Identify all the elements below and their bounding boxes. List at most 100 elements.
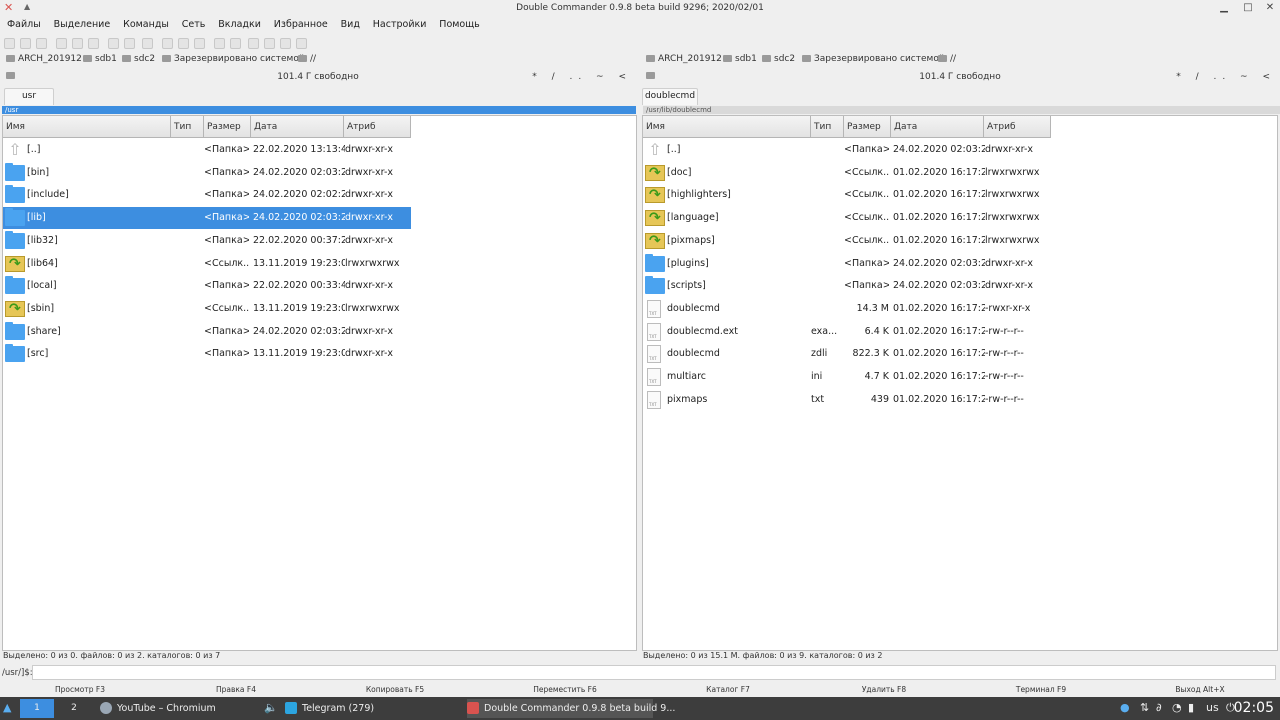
left-path-bar[interactable]: /usr bbox=[2, 106, 636, 114]
menu-view[interactable]: Вид bbox=[334, 17, 360, 30]
pack-icon[interactable] bbox=[108, 38, 119, 49]
column-header-attr[interactable]: Атриб bbox=[344, 116, 411, 138]
volume-icon[interactable]: 🔈 bbox=[264, 701, 278, 714]
grid-icon[interactable] bbox=[280, 38, 291, 49]
file-row[interactable]: [scripts] <Папка> 24.02.2020 02:03:21 drwxr… bbox=[643, 275, 1051, 297]
menu-settings[interactable]: Настройки bbox=[366, 17, 427, 30]
menu-network[interactable]: Сеть bbox=[175, 17, 206, 30]
file-row[interactable]: ⇧ [..] <Папка> 22.02.2020 13:13:42 drwxr-xr-… bbox=[3, 139, 411, 161]
drive-button[interactable]: ARCH_201912 bbox=[646, 54, 722, 64]
command-line-input[interactable] bbox=[32, 665, 1276, 680]
select-all-icon[interactable] bbox=[56, 38, 67, 49]
file-row[interactable]: [plugins] <Папка> 24.02.2020 02:03:21 drwxr… bbox=[643, 253, 1051, 275]
file-row[interactable]: [lib] <Папка> 24.02.2020 02:03:21 drwxr-xr-… bbox=[3, 207, 411, 230]
menu-tabs[interactable]: Вкладки bbox=[211, 17, 261, 30]
workspace-2[interactable]: 2 bbox=[57, 699, 91, 718]
drive-button[interactable]: ARCH_201912 bbox=[6, 54, 82, 64]
clock[interactable]: 02:05 bbox=[1234, 698, 1274, 719]
task-chromium[interactable]: YouTube – Chromium bbox=[100, 699, 260, 718]
file-row[interactable]: [sbin] <Ссылк... 13.11.2019 19:23:02lrwxrw… bbox=[3, 298, 411, 320]
copy-name-icon[interactable] bbox=[178, 38, 189, 49]
file-row[interactable]: [pixmaps] <Ссылк... 01.02.2020 16:17:24lrw… bbox=[643, 230, 1051, 252]
copy-path-icon[interactable] bbox=[162, 38, 173, 49]
compare-icon[interactable] bbox=[142, 38, 153, 49]
right-path-bar[interactable]: /usr/lib/doublecmd bbox=[643, 106, 1280, 114]
terminal-f9-button[interactable]: Терминал F9 bbox=[961, 685, 1121, 694]
file-row[interactable]: doublecmd.ext exa... 6.4 K 01.02.2020 16:17… bbox=[643, 321, 1051, 343]
battery-icon[interactable]: ▮ bbox=[1188, 701, 1194, 714]
nav-shortcuts[interactable]: * / .. ~ < bbox=[1176, 72, 1276, 82]
file-row[interactable]: [share] <Папка> 24.02.2020 02:03:21 drwxr-x… bbox=[3, 321, 411, 343]
file-row[interactable]: doublecmd zdli 822.3 K 01.02.2020 16:17:24-… bbox=[643, 343, 1051, 365]
file-row[interactable]: [lib64] <Ссылк... 13.11.2019 19:23:02lrwxr… bbox=[3, 253, 411, 275]
column-header-name[interactable]: Имя bbox=[643, 116, 811, 138]
file-row[interactable]: [src] <Папка> 13.11.2019 19:23:02 drwxr-xr-… bbox=[3, 343, 411, 365]
column-header-attr[interactable]: Атриб bbox=[984, 116, 1051, 138]
file-row[interactable]: [doc] <Ссылк... 01.02.2020 16:17:24lrwxrwx… bbox=[643, 162, 1051, 184]
file-row[interactable]: [language] <Ссылк... 01.02.2020 16:17:24lr… bbox=[643, 207, 1051, 229]
file-row[interactable]: ⇧ [..] <Папка> 24.02.2020 02:03:21 drwxr-xr-… bbox=[643, 139, 1051, 161]
right-file-panel[interactable]: Имя Тип Размер Дата Атриб ⇧ [..] <Папка> 24… bbox=[642, 115, 1278, 651]
column-header-type[interactable]: Тип bbox=[171, 116, 204, 138]
column-header-name[interactable]: Имя bbox=[3, 116, 171, 138]
search-icon[interactable] bbox=[248, 38, 259, 49]
update-icon[interactable]: ● bbox=[1120, 701, 1130, 714]
unselect-icon[interactable] bbox=[88, 38, 99, 49]
file-row[interactable]: multiarc ini 4.7 K 01.02.2020 16:17:24-rw-r… bbox=[643, 366, 1051, 388]
task-double-commander[interactable]: Double Commander 0.9.8 beta build 9... bbox=[467, 699, 675, 718]
sync-dirs-icon[interactable] bbox=[194, 38, 205, 49]
move-f6-button[interactable]: Переместить F6 bbox=[485, 685, 645, 694]
copy-f5-button[interactable]: Копировать F5 bbox=[315, 685, 475, 694]
mkdir-f7-button[interactable]: Каталог F7 bbox=[648, 685, 808, 694]
minimize-icon[interactable]: ▁ bbox=[1217, 2, 1231, 14]
drive-button[interactable]: sdc2 bbox=[122, 54, 155, 64]
close-icon[interactable]: ✕ bbox=[1263, 2, 1277, 14]
left-file-panel[interactable]: Имя Тип Размер Дата Атриб ⇧ [..] <Папка> 22… bbox=[2, 115, 637, 651]
menu-files[interactable]: Файлы bbox=[0, 17, 41, 30]
clip-icon[interactable]: ∂ bbox=[1156, 701, 1162, 714]
file-row[interactable]: [lib32] <Папка> 22.02.2020 00:37:22 drwxr-x… bbox=[3, 230, 411, 252]
split-icon[interactable] bbox=[230, 38, 241, 49]
column-header-date[interactable]: Дата bbox=[891, 116, 984, 138]
menu-selection[interactable]: Выделение bbox=[47, 17, 111, 30]
column-header-date[interactable]: Дата bbox=[251, 116, 344, 138]
edit-icon[interactable] bbox=[264, 38, 275, 49]
invert-selection-icon[interactable] bbox=[72, 38, 83, 49]
start-menu-icon[interactable]: ▲ bbox=[3, 701, 11, 714]
drive-button[interactable]: // bbox=[938, 54, 956, 64]
file-row[interactable]: doublecmd 14.3 M 01.02.2020 16:17:24-rwxr-… bbox=[643, 298, 1051, 320]
drive-button[interactable]: sdb1 bbox=[83, 54, 117, 64]
menu-favorites[interactable]: Избранное bbox=[267, 17, 328, 30]
file-row[interactable]: [include] <Папка> 24.02.2020 02:02:26 drwxr… bbox=[3, 184, 411, 206]
menu-help[interactable]: Помощь bbox=[432, 17, 479, 30]
brief-view-icon[interactable] bbox=[20, 38, 31, 49]
tab-doublecmd[interactable]: doublecmd bbox=[642, 88, 698, 105]
file-row[interactable]: pixmaps txt 439 01.02.2020 16:17:24-rw-r--r… bbox=[643, 389, 1051, 411]
refresh-icon[interactable] bbox=[4, 38, 15, 49]
column-header-size[interactable]: Размер bbox=[844, 116, 891, 138]
file-row[interactable]: [bin] <Папка> 24.02.2020 02:03:21 drwxr-xr-… bbox=[3, 162, 411, 184]
nav-shortcuts[interactable]: * / .. ~ < bbox=[532, 72, 632, 82]
column-header-size[interactable]: Размер bbox=[204, 116, 251, 138]
wifi-icon[interactable]: ◔ bbox=[1172, 701, 1182, 714]
view-f3-button[interactable]: Просмотр F3 bbox=[0, 685, 160, 694]
drive-button[interactable]: Зарезервировано системой bbox=[802, 54, 945, 64]
unpack-icon[interactable] bbox=[124, 38, 135, 49]
drive-button[interactable]: Зарезервировано системой bbox=[162, 54, 305, 64]
menu-commands[interactable]: Команды bbox=[116, 17, 169, 30]
keyboard-layout[interactable]: us bbox=[1206, 701, 1219, 714]
network-tray-icon[interactable]: ⇅ bbox=[1140, 701, 1149, 714]
drive-button[interactable]: sdc2 bbox=[762, 54, 795, 64]
tab-usr[interactable]: usr bbox=[4, 88, 54, 105]
delete-f8-button[interactable]: Удалить F8 bbox=[804, 685, 964, 694]
file-row[interactable]: [local] <Папка> 22.02.2020 00:33:40 drwxr-x… bbox=[3, 275, 411, 297]
edit-f4-button[interactable]: Правка F4 bbox=[156, 685, 316, 694]
drive-button[interactable]: sdb1 bbox=[723, 54, 757, 64]
drive-button[interactable]: // bbox=[298, 54, 316, 64]
workspace-1[interactable]: 1 bbox=[20, 699, 54, 718]
full-view-icon[interactable] bbox=[36, 38, 47, 49]
config-icon[interactable] bbox=[296, 38, 307, 49]
multi-rename-icon[interactable] bbox=[214, 38, 225, 49]
maximize-icon[interactable]: □ bbox=[1241, 2, 1255, 14]
column-header-type[interactable]: Тип bbox=[811, 116, 844, 138]
